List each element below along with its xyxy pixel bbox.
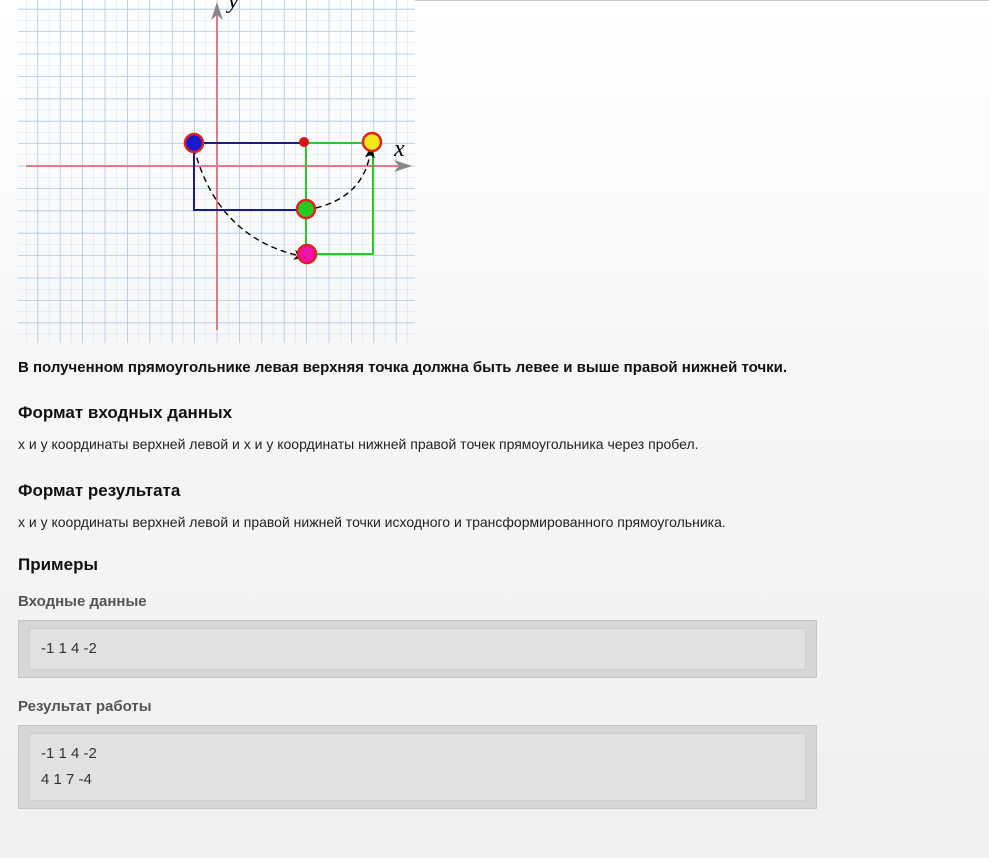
point-green bbox=[295, 198, 317, 220]
output-example-text[interactable]: -1 1 4 -2 4 1 7 -4 bbox=[29, 733, 806, 801]
top-divider bbox=[415, 0, 989, 1]
input-format-text: x и y координаты верхней левой и x и y к… bbox=[18, 436, 699, 452]
x-axis-label: x bbox=[393, 136, 405, 162]
problem-content: В полученном прямоугольнике левая верхня… bbox=[18, 359, 817, 829]
point-magenta bbox=[296, 243, 318, 265]
input-example-label: Входные данные bbox=[18, 593, 147, 610]
original-rectangle bbox=[193, 142, 307, 211]
input-example-box: -1 1 4 -2 bbox=[18, 620, 817, 678]
input-example-text[interactable]: -1 1 4 -2 bbox=[29, 628, 806, 670]
output-format-heading: Формат результата bbox=[18, 481, 181, 500]
arc-arrow-2 bbox=[305, 146, 375, 211]
input-format-heading: Формат входных данных bbox=[18, 403, 233, 422]
point-yellow bbox=[361, 131, 383, 153]
coordinate-figure: x y bbox=[18, 0, 415, 343]
axes bbox=[26, 2, 412, 330]
point-red bbox=[299, 137, 309, 147]
y-axis-label: y bbox=[226, 0, 239, 14]
arc-arrow-1 bbox=[193, 147, 306, 260]
output-example-label: Результат работы bbox=[18, 698, 152, 715]
examples-heading: Примеры bbox=[18, 555, 98, 574]
output-format-text: x и y координаты верхней левой и правой … bbox=[18, 514, 726, 530]
point-blue bbox=[183, 132, 205, 154]
output-example-box: -1 1 4 -2 4 1 7 -4 bbox=[18, 725, 817, 809]
note-text: В полученном прямоугольнике левая верхня… bbox=[18, 359, 788, 376]
